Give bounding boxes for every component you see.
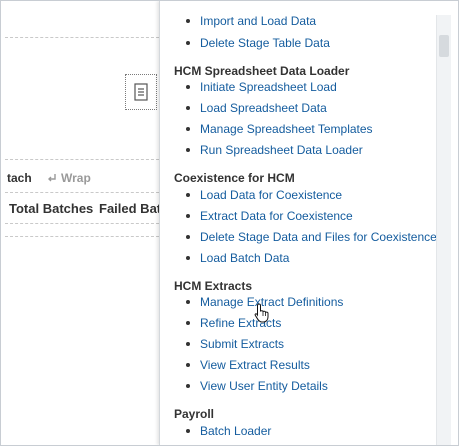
menu-item-label: Manage Spreadsheet Templates bbox=[200, 122, 373, 136]
hand-pointer-cursor-icon bbox=[254, 303, 269, 323]
menu-item[interactable]: Extract Data for Coexistence bbox=[186, 209, 353, 223]
menu-scrollbar[interactable] bbox=[436, 15, 451, 445]
bullet bbox=[186, 300, 190, 304]
detach-button[interactable]: tach bbox=[7, 171, 32, 185]
menu-item-label: Load Batch Data bbox=[200, 251, 290, 265]
bullet bbox=[186, 214, 190, 218]
menu-item-label: Load Spreadsheet Data bbox=[200, 101, 327, 115]
menu-item[interactable]: Load Spreadsheet Data bbox=[186, 101, 327, 115]
wrap-label: Wrap bbox=[61, 171, 91, 185]
menu-item-label: Extract Data for Coexistence bbox=[200, 209, 353, 223]
column-header-failed-batches[interactable]: Failed Batc bbox=[99, 201, 168, 216]
menu-item[interactable]: View User Entity Details bbox=[186, 379, 328, 393]
scrollbar-thumb[interactable] bbox=[439, 35, 449, 57]
menu-item[interactable]: Batch Loader bbox=[186, 424, 271, 438]
bullet bbox=[186, 256, 190, 260]
group-title: Coexistence for HCM bbox=[174, 171, 295, 185]
menu-item[interactable]: Delete Stage Table Data bbox=[186, 36, 330, 50]
divider bbox=[5, 223, 159, 225]
wrap-button[interactable]: Wrap bbox=[47, 171, 91, 185]
group-title: Payroll bbox=[174, 407, 215, 421]
bullet bbox=[186, 321, 190, 325]
menu-item-label: View User Entity Details bbox=[200, 379, 328, 393]
background-page: tach Wrap Total Batches Failed Batc bbox=[1, 1, 168, 445]
bullet bbox=[186, 127, 190, 131]
bullet bbox=[186, 363, 190, 367]
menu-item[interactable]: Load Batch Data bbox=[186, 251, 289, 265]
divider bbox=[5, 236, 159, 238]
menu-item[interactable]: Submit Extracts bbox=[186, 337, 284, 351]
menu-item-label: View Extract Results bbox=[200, 358, 310, 372]
bullet bbox=[186, 85, 190, 89]
wrap-icon bbox=[48, 174, 56, 182]
menu-item-label: Import and Load Data bbox=[200, 14, 317, 28]
menu-item-label: Initiate Spreadsheet Load bbox=[200, 80, 337, 94]
menu-item-label: Load Data for Coexistence bbox=[200, 188, 343, 202]
window-frame: tach Wrap Total Batches Failed Batc Impo… bbox=[0, 0, 459, 446]
group-title: HCM Extracts bbox=[174, 279, 253, 293]
menu-item[interactable]: Load Data for Coexistence bbox=[186, 188, 342, 202]
menu-item-label: Manage Extract Definitions bbox=[200, 295, 344, 309]
divider bbox=[5, 37, 159, 39]
detach-view-button[interactable] bbox=[125, 74, 157, 110]
bullet bbox=[186, 41, 190, 45]
menu-item[interactable]: Initiate Spreadsheet Load bbox=[186, 80, 337, 94]
menu-item[interactable]: Import and Load Data bbox=[186, 14, 316, 28]
menu-item[interactable]: Delete Stage Data and Files for Coexiste… bbox=[186, 230, 437, 244]
bullet bbox=[186, 148, 190, 152]
bullet bbox=[186, 235, 190, 239]
bullet bbox=[186, 429, 190, 433]
bullet bbox=[186, 342, 190, 346]
group-title: HCM Spreadsheet Data Loader bbox=[174, 64, 350, 78]
divider bbox=[5, 192, 159, 194]
divider bbox=[5, 159, 159, 161]
menu-item[interactable]: Manage Spreadsheet Templates bbox=[186, 122, 373, 136]
menu-item-label: Run Spreadsheet Data Loader bbox=[200, 143, 363, 157]
bullet bbox=[186, 106, 190, 110]
bullet bbox=[186, 193, 190, 197]
menu-item[interactable]: View Extract Results bbox=[186, 358, 310, 372]
tasks-menu-panel: Import and Load Data Delete Stage Table … bbox=[159, 1, 458, 445]
column-header-total-batches[interactable]: Total Batches bbox=[9, 201, 93, 216]
menu-item[interactable]: Run Spreadsheet Data Loader bbox=[186, 143, 363, 157]
document-icon bbox=[134, 83, 148, 101]
menu-item-label: Batch Loader bbox=[200, 424, 272, 438]
bullet bbox=[186, 19, 190, 23]
menu-item-label: Delete Stage Table Data bbox=[200, 36, 330, 50]
bullet bbox=[186, 384, 190, 388]
menu-item-label: Submit Extracts bbox=[200, 337, 285, 351]
menu-item-label: Delete Stage Data and Files for Coexiste… bbox=[200, 230, 437, 244]
